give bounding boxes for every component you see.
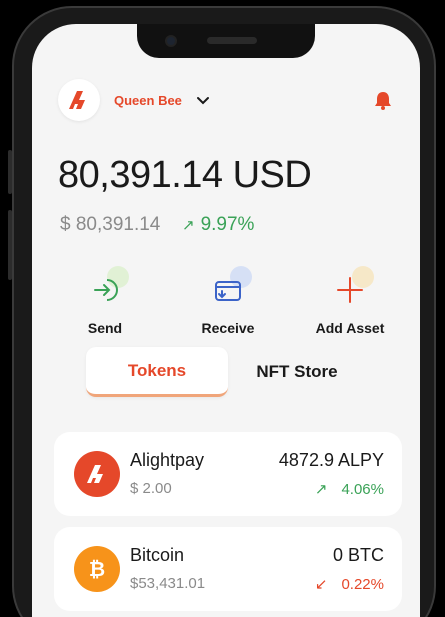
- side-button: [8, 150, 12, 194]
- total-balance: 80,391.14 USD: [58, 154, 312, 196]
- trend-up-icon: ↗: [314, 481, 328, 498]
- receive-icon: [215, 281, 241, 301]
- tab-tokens[interactable]: Tokens: [86, 347, 228, 397]
- send-icon: [94, 279, 118, 301]
- token-amount: 0 BTC: [332, 545, 384, 565]
- add-asset-label: Add Asset: [315, 320, 385, 336]
- header: Queen Bee: [58, 79, 394, 123]
- token-change-value: 4.06%: [341, 481, 384, 498]
- account-name[interactable]: Queen Bee: [114, 93, 182, 108]
- token-change: ↙ 0.22%: [315, 575, 384, 593]
- token-change: ↗ 4.06%: [315, 480, 384, 498]
- tab-nft-store[interactable]: NFT Store: [232, 347, 362, 397]
- token-change-value: 0.22%: [341, 576, 384, 593]
- alightpay-coin-icon: [74, 451, 120, 497]
- svg-text:₿: ₿: [89, 557, 105, 581]
- bitcoin-coin-icon: ₿: [74, 546, 120, 592]
- send-label: Send: [87, 320, 123, 336]
- bell-icon[interactable]: [372, 89, 394, 111]
- token-price: $53,431.01: [130, 575, 206, 592]
- add-asset-button[interactable]: Add Asset: [305, 266, 395, 336]
- token-name: Alightpay: [130, 450, 205, 470]
- token-amount: 4872.9 ALPY: [278, 450, 384, 470]
- balance-change: ↗ 9.97%: [182, 214, 254, 236]
- balance-change-value: 9.97%: [200, 214, 255, 235]
- notch: [137, 24, 315, 58]
- token-row-alightpay[interactable]: Alightpay $ 2.00 4872.9 ALPY ↗ 4.06%: [54, 432, 402, 516]
- token-name: Bitcoin: [130, 545, 185, 565]
- app-screen: Queen Bee 80,391.14 USD $ 80,391.14 ↗ 9.9…: [32, 24, 420, 617]
- chevron-down-icon[interactable]: [195, 92, 211, 108]
- alightpay-logo-icon[interactable]: [58, 79, 100, 121]
- plus-icon: [337, 277, 363, 303]
- token-price: $ 2.00: [130, 480, 172, 497]
- side-button: [8, 210, 12, 280]
- camera-icon: [165, 35, 177, 47]
- send-button[interactable]: Send: [60, 266, 150, 336]
- trend-down-icon: ↙: [314, 576, 328, 593]
- token-row-bitcoin[interactable]: ₿ Bitcoin $53,431.01 0 BTC ↙ 0.22%: [54, 527, 402, 611]
- receive-button[interactable]: Receive: [183, 266, 273, 336]
- sub-balance: $ 80,391.14: [60, 214, 161, 235]
- receive-label: Receive: [201, 320, 255, 336]
- trend-up-icon: ↗: [182, 217, 195, 234]
- speaker: [207, 37, 257, 44]
